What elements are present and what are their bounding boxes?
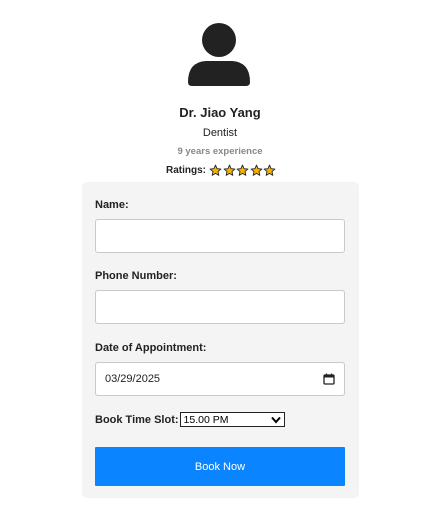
chevron-down-icon <box>270 416 281 424</box>
book-now-button[interactable]: Book Now <box>95 447 345 486</box>
date-value: 03/29/2025 <box>105 373 161 385</box>
doctor-specialty: Dentist <box>202 127 238 139</box>
time-slot-label: Book Time Slot: <box>95 413 179 426</box>
ratings: Ratings: <box>166 164 277 177</box>
name-label: Name: <box>95 199 129 211</box>
star-icon <box>250 164 262 176</box>
star-icon <box>236 164 249 176</box>
date-label: Date of Appointment: <box>95 342 207 354</box>
ratings-label: Ratings: <box>166 165 206 176</box>
date-input[interactable]: 03/29/2025 <box>95 362 345 396</box>
time-slot-select[interactable]: 15.00 PM <box>179 412 285 427</box>
phone-label: Phone Number: <box>95 270 177 282</box>
star-icon <box>209 164 222 176</box>
name-input[interactable] <box>95 219 345 253</box>
doctor-experience: 9 years experience <box>177 146 263 157</box>
doctor-name: Dr. Jiao Yang <box>179 105 261 120</box>
calendar-icon[interactable] <box>323 373 335 385</box>
time-slot-value: 15.00 PM <box>183 413 229 426</box>
time-slot-row: Book Time Slot: 15.00 PM <box>95 412 285 427</box>
rating-stars <box>209 164 277 177</box>
user-avatar-icon <box>188 23 250 86</box>
star-icon <box>263 164 276 176</box>
booking-form: Name: Phone Number: Date of Appointment:… <box>82 182 359 498</box>
star-icon <box>223 164 235 176</box>
phone-input[interactable] <box>95 290 345 324</box>
